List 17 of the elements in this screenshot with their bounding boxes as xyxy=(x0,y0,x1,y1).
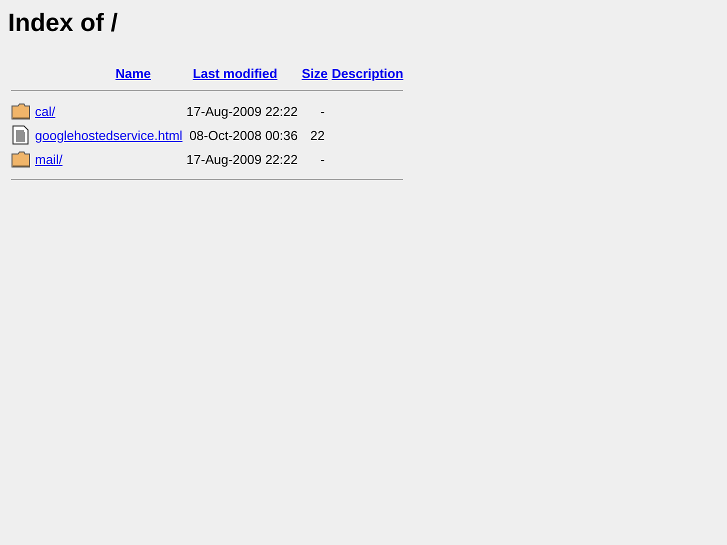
column-sort-link[interactable]: Name xyxy=(116,66,151,81)
modified-date: 17-Aug-2009 22:22 xyxy=(186,104,298,118)
column-sort-link[interactable]: Size xyxy=(302,66,328,81)
column-sort-link[interactable]: Description xyxy=(332,66,404,81)
file-size: - xyxy=(320,152,325,166)
folder-icon xyxy=(11,102,31,120)
file-link[interactable]: mail/ xyxy=(35,152,62,166)
file-size: 22 xyxy=(310,128,325,142)
modified-date: 17-Aug-2009 22:22 xyxy=(186,152,298,166)
file-link[interactable]: googlehostedservice.html xyxy=(35,128,182,142)
modified-date: 08-Oct-2008 00:36 xyxy=(189,128,298,142)
file-link[interactable]: cal/ xyxy=(35,104,56,118)
folder-icon xyxy=(11,150,31,168)
page-title: Index of / xyxy=(8,9,118,38)
document-icon xyxy=(11,125,31,145)
column-sort-link[interactable]: Last modified xyxy=(192,66,278,81)
file-size: - xyxy=(320,104,325,118)
